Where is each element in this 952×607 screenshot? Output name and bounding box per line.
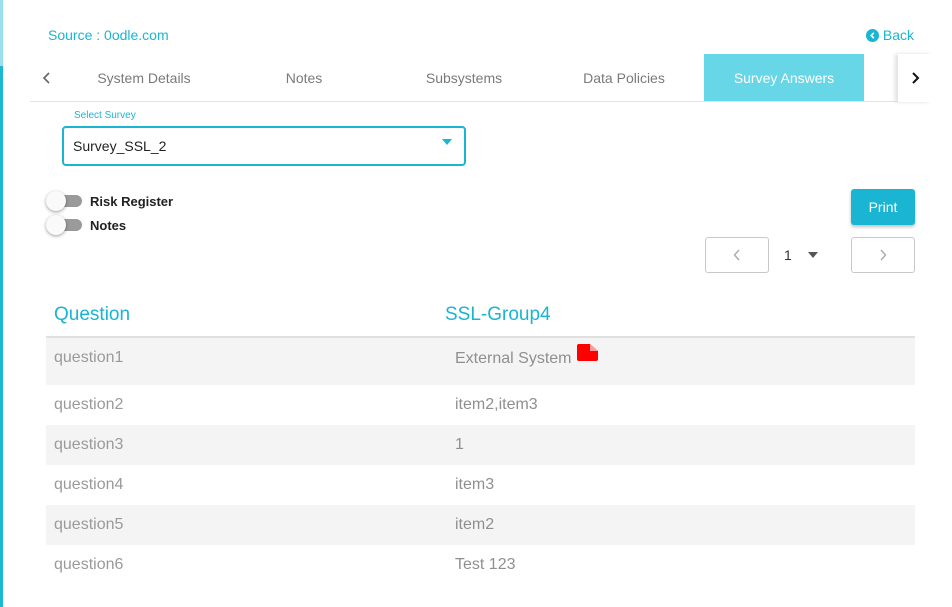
tab-system-details[interactable]: System Details (64, 54, 224, 101)
chevron-right-icon (880, 249, 887, 261)
table-row: question1 External System (46, 338, 915, 385)
source-label: Source : 0odle.com (48, 27, 169, 43)
answer-text: External System (455, 350, 572, 367)
chevron-left-icon (42, 72, 50, 84)
answer-cell: 1 (455, 436, 464, 453)
chevron-left-circle-icon (865, 28, 879, 42)
tab-notes[interactable]: Notes (224, 54, 384, 101)
pager-page-number: 1 (784, 247, 792, 263)
tab-scroll-right-button[interactable] (898, 54, 932, 102)
table-row: question5 item2 (46, 505, 915, 545)
column-header-answer: SSL-Group4 (445, 304, 551, 325)
file-icon[interactable] (577, 344, 599, 361)
tab-bar: System Details Notes Subsystems Data Pol… (30, 54, 932, 102)
answer-cell: item2,item3 (455, 396, 538, 413)
survey-select[interactable]: Survey_SSL_2 (62, 126, 466, 166)
notes-toggle-row: Notes (46, 215, 127, 235)
question-cell: question3 (54, 436, 124, 453)
risk-register-label: Risk Register (90, 193, 174, 209)
table-row: question2 item2,item3 (46, 385, 915, 425)
tab-scroll-left-button[interactable] (30, 54, 64, 102)
notes-toggle[interactable] (46, 215, 82, 235)
survey-select-label: Select Survey (72, 110, 138, 121)
table-row: question4 item3 (46, 465, 915, 505)
question-cell: question2 (54, 396, 124, 413)
question-cell: question1 (54, 349, 124, 366)
risk-register-toggle[interactable] (46, 191, 82, 211)
table-row: question3 1 (46, 425, 915, 465)
caret-down-icon (442, 139, 452, 145)
answer-cell: External System (455, 344, 599, 368)
pager-next-button[interactable] (851, 237, 915, 273)
table-row: question6 Test 123 (46, 545, 915, 585)
caret-down-icon (807, 252, 818, 258)
toggle-knob (46, 191, 66, 211)
risk-register-toggle-row: Risk Register (46, 191, 174, 211)
pager-page-select[interactable]: 1 (784, 245, 834, 265)
left-edge-bar (0, 0, 3, 607)
survey-select-value: Survey_SSL_2 (73, 138, 167, 154)
chevron-left-icon (733, 249, 740, 261)
answer-cell: item3 (455, 476, 495, 493)
question-cell: question5 (54, 516, 124, 533)
left-edge-bar-highlight (0, 0, 3, 66)
table-header: Question SSL-Group4 (46, 292, 915, 338)
back-link[interactable]: Back (865, 27, 914, 43)
answer-cell: Test 123 (455, 556, 516, 573)
tab-survey-answers[interactable]: Survey Answers (704, 54, 864, 101)
column-header-question: Question (54, 304, 131, 325)
question-cell: question6 (54, 556, 124, 573)
notes-toggle-label: Notes (90, 217, 127, 233)
tab-data-policies[interactable]: Data Policies (544, 54, 704, 101)
back-label: Back (882, 27, 914, 43)
survey-answers-table: Question SSL-Group4 question1 External S… (46, 292, 915, 585)
tab-subsystems[interactable]: Subsystems (384, 54, 544, 101)
print-button[interactable]: Print (851, 189, 915, 225)
toggle-knob (46, 215, 66, 235)
answer-cell: item2 (455, 516, 495, 533)
pager-prev-button[interactable] (705, 237, 769, 273)
chevron-right-icon (912, 72, 920, 84)
page: Source : 0odle.com Back System Details N… (0, 0, 952, 607)
question-cell: question4 (54, 476, 124, 493)
